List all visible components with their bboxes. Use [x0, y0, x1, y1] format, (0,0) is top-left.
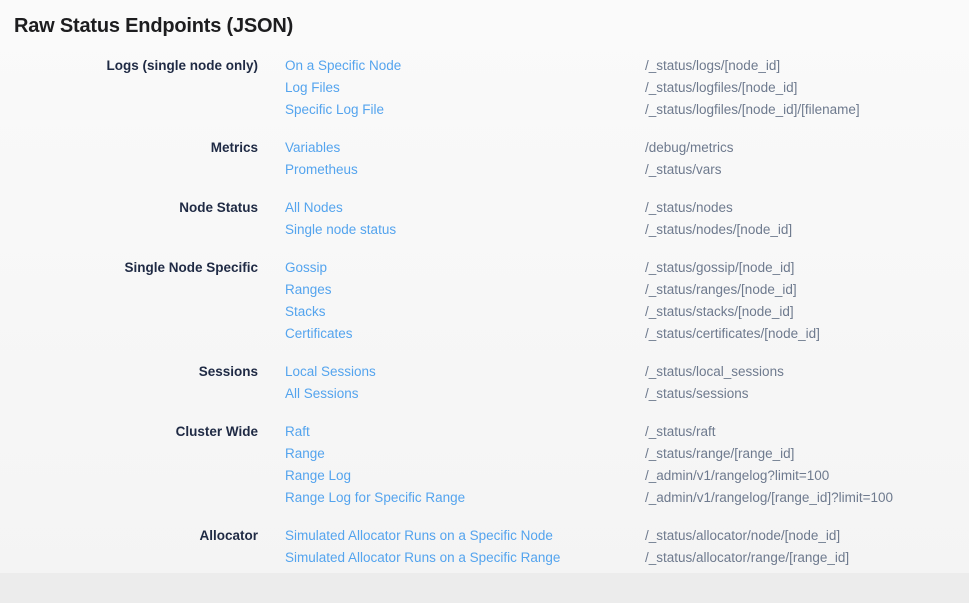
endpoint-path: /_status/logfiles/[node_id]/[filename] — [645, 99, 969, 121]
endpoint-path: /_status/vars — [645, 159, 969, 181]
endpoint-link[interactable]: Single node status — [285, 219, 618, 241]
endpoint-path: /_status/sessions — [645, 383, 969, 405]
endpoint-link[interactable]: Simulated Allocator Runs on a Specific N… — [285, 525, 618, 547]
endpoint-link[interactable]: Specific Log File — [285, 99, 618, 121]
endpoint-link[interactable]: Local Sessions — [285, 361, 618, 383]
endpoint-path: /_status/allocator/node/[node_id] — [645, 525, 969, 547]
endpoint-path: /_status/range/[range_id] — [645, 443, 969, 465]
section-category: Single Node Specific — [0, 257, 258, 279]
endpoint-link[interactable]: Range Log for Specific Range — [285, 487, 618, 509]
endpoint-path: /_status/logs/[node_id] — [645, 55, 969, 77]
endpoint-path: /_admin/v1/rangelog/[range_id]?limit=100 — [645, 487, 969, 509]
endpoint-link[interactable]: Log Files — [285, 77, 618, 99]
endpoint-section: Metrics Variables/debug/metrics Prometheus… — [0, 137, 969, 181]
endpoint-section: Allocator Simulated Allocator Runs on a S… — [0, 525, 969, 569]
endpoint-link[interactable]: Range Log — [285, 465, 618, 487]
endpoint-path: /_status/stacks/[node_id] — [645, 301, 969, 323]
endpoint-sections: Logs (single node only) On a Specific Nod… — [0, 55, 969, 569]
section-category: Logs (single node only) — [0, 55, 258, 77]
section-category: Sessions — [0, 361, 258, 383]
endpoint-path: /_status/raft — [645, 421, 969, 443]
endpoint-link[interactable]: Simulated Allocator Runs on a Specific R… — [285, 547, 618, 569]
endpoint-path: /_status/local_sessions — [645, 361, 969, 383]
endpoint-path: /_status/ranges/[node_id] — [645, 279, 969, 301]
section-category: Metrics — [0, 137, 258, 159]
section-category: Node Status — [0, 197, 258, 219]
endpoint-path: /_status/allocator/range/[range_id] — [645, 547, 969, 569]
endpoint-link[interactable]: Stacks — [285, 301, 618, 323]
endpoint-section: Logs (single node only) On a Specific Nod… — [0, 55, 969, 121]
endpoint-link[interactable]: Prometheus — [285, 159, 618, 181]
endpoint-link[interactable]: Range — [285, 443, 618, 465]
endpoint-section: Cluster Wide Raft /_status/raft Range /_stat… — [0, 421, 969, 509]
endpoint-path: /debug/metrics — [645, 137, 969, 159]
endpoint-path: /_status/certificates/[node_id] — [645, 323, 969, 345]
bottom-strip — [0, 573, 969, 603]
section-category: Cluster Wide — [0, 421, 258, 443]
endpoint-link[interactable]: Ranges — [285, 279, 618, 301]
endpoint-link[interactable]: Gossip — [285, 257, 618, 279]
endpoint-path: /_status/nodes/[node_id] — [645, 219, 969, 241]
endpoint-section: Node Status All Nodes /_status/nodes Single… — [0, 197, 969, 241]
endpoint-link[interactable]: Raft — [285, 421, 618, 443]
endpoint-path: /_status/nodes — [645, 197, 969, 219]
endpoint-section: Sessions Local Sessions /_status/local_ses… — [0, 361, 969, 405]
endpoint-section: Single Node Specific Gossip /_status/gossi… — [0, 257, 969, 345]
section-category: Allocator — [0, 525, 258, 547]
endpoint-path: /_status/gossip/[node_id] — [645, 257, 969, 279]
endpoint-link[interactable]: Variables — [285, 137, 618, 159]
page-title: Raw Status Endpoints (JSON) — [0, 0, 969, 39]
endpoint-link[interactable]: Certificates — [285, 323, 618, 345]
endpoint-path: /_status/logfiles/[node_id] — [645, 77, 969, 99]
endpoint-link[interactable]: All Sessions — [285, 383, 618, 405]
endpoint-link[interactable]: On a Specific Node — [285, 55, 618, 77]
endpoint-link[interactable]: All Nodes — [285, 197, 618, 219]
endpoint-path: /_admin/v1/rangelog?limit=100 — [645, 465, 969, 487]
